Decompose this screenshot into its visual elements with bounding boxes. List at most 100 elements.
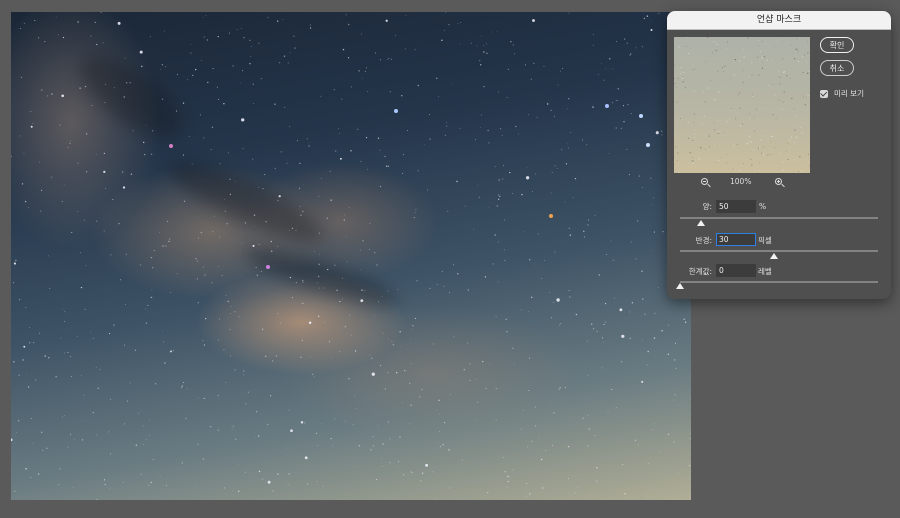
star: [83, 394, 85, 396]
star: [32, 123, 34, 124]
star: [285, 447, 287, 449]
star: [341, 277, 343, 279]
star: [360, 33, 362, 35]
preview-thumbnail[interactable]: [674, 37, 810, 173]
star: [341, 298, 343, 300]
star: [250, 46, 252, 48]
preview-grain: [748, 76, 750, 77]
star: [192, 74, 194, 76]
threshold-input[interactable]: 0: [716, 264, 756, 277]
preview-grain: [786, 159, 788, 161]
threshold-slider-thumb[interactable]: [676, 283, 684, 289]
preview-grain: [774, 147, 775, 149]
star: [588, 492, 590, 493]
star: [198, 237, 199, 239]
star: [415, 208, 417, 210]
preview-grain: [749, 113, 751, 115]
star: [232, 65, 234, 67]
star: [257, 435, 260, 437]
preview-grain: [798, 60, 800, 63]
preview-grain: [726, 41, 728, 43]
star: [242, 148, 244, 149]
star: [144, 308, 147, 310]
star: [315, 432, 318, 435]
star: [249, 39, 251, 41]
star: [603, 323, 605, 325]
star: [203, 36, 205, 38]
preview-grain: [799, 156, 801, 158]
star: [653, 231, 655, 233]
star: [513, 53, 515, 55]
preview-grain: [772, 84, 774, 86]
star: [296, 140, 299, 142]
star: [318, 232, 320, 234]
star: [288, 473, 290, 475]
cancel-button[interactable]: 취소: [820, 60, 854, 76]
star: [262, 478, 264, 480]
preview-grain: [743, 163, 744, 165]
preview-grain: [674, 64, 676, 66]
preview-grain: [770, 144, 772, 146]
star: [405, 15, 407, 17]
star: [662, 230, 664, 233]
preview-grain: [762, 62, 763, 63]
star: [402, 153, 405, 156]
amount-slider-track[interactable]: [680, 217, 878, 219]
preview-grain: [746, 143, 749, 145]
preview-grain: [694, 133, 696, 135]
star: [409, 423, 411, 425]
star: [510, 41, 512, 43]
star: [402, 402, 404, 404]
star: [270, 240, 272, 243]
radius-input[interactable]: 30: [716, 233, 756, 246]
star: [551, 172, 553, 173]
preview-grain: [682, 71, 684, 73]
preview-grain: [782, 101, 784, 103]
star: [229, 178, 231, 181]
radius-slider-track[interactable]: [680, 250, 878, 252]
threshold-unit: 레벨: [758, 267, 772, 276]
star: [103, 230, 105, 232]
zoom-out-icon[interactable]: [701, 178, 708, 185]
star: [395, 371, 398, 374]
preview-checkbox[interactable]: 미리 보기: [820, 88, 864, 99]
star: [381, 295, 383, 297]
star: [81, 420, 83, 422]
threshold-slider-track[interactable]: [680, 281, 878, 283]
star: [350, 334, 352, 336]
preview-grain: [763, 56, 766, 58]
star: [18, 374, 20, 376]
star: [48, 255, 49, 257]
star: [195, 68, 197, 71]
star: [221, 274, 223, 276]
preview-grain: [714, 122, 715, 124]
preview-grain: [674, 78, 676, 79]
star: [302, 281, 304, 283]
star: [151, 296, 153, 298]
star: [409, 382, 411, 384]
preview-grain: [757, 56, 759, 58]
zoom-controls: 100%: [674, 177, 810, 189]
preview-noise: [674, 37, 810, 173]
star: [265, 221, 267, 223]
star: [328, 341, 331, 343]
preview-grain: [748, 118, 750, 119]
amount-slider-thumb[interactable]: [696, 220, 705, 226]
preview-grain: [681, 77, 683, 79]
checkbox-checked-icon[interactable]: [820, 89, 828, 98]
star: [505, 318, 507, 321]
radius-slider-thumb[interactable]: [769, 253, 778, 259]
star: [205, 317, 207, 320]
preview-grain: [756, 108, 758, 110]
star: [243, 37, 245, 39]
amount-input[interactable]: 50: [716, 200, 756, 213]
preview-grain: [751, 62, 753, 63]
star: [389, 91, 391, 93]
zoom-in-icon[interactable]: [775, 178, 782, 185]
star: [420, 480, 422, 482]
star: [79, 252, 81, 254]
preview-grain: [714, 162, 716, 164]
star: [535, 173, 537, 175]
ok-button[interactable]: 확인: [820, 37, 854, 53]
preview-grain: [733, 60, 735, 62]
